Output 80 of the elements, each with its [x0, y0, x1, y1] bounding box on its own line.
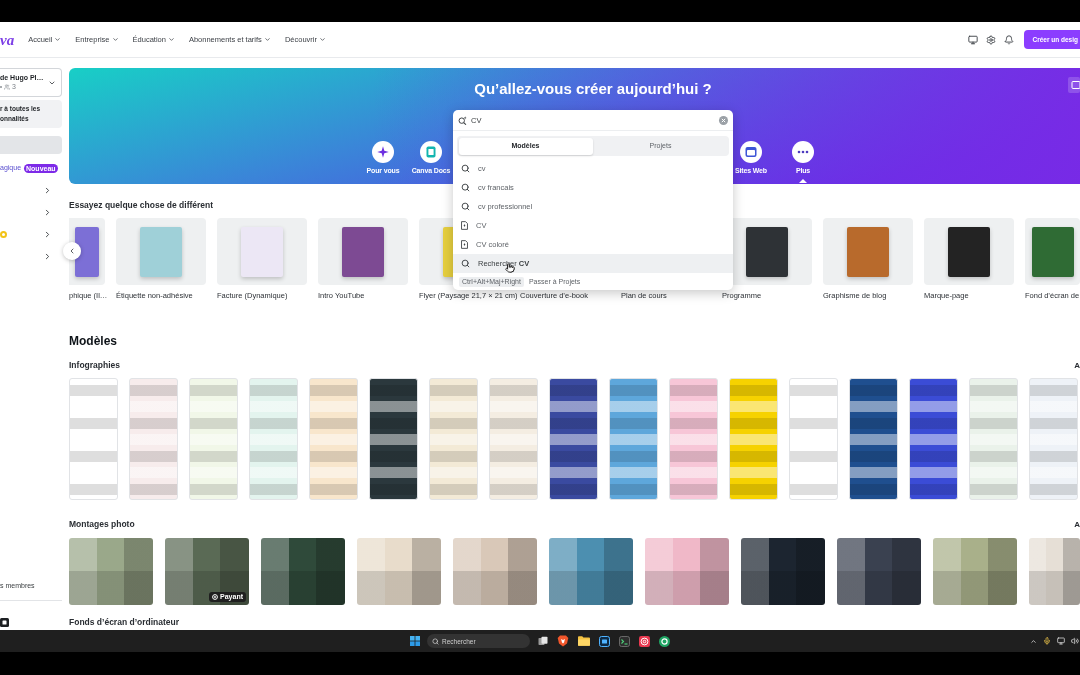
frame-icon[interactable]: [1068, 77, 1080, 93]
section-title: Essayez quelque chose de différent: [69, 200, 214, 210]
infographic-thumbnail[interactable]: [789, 378, 838, 500]
logo[interactable]: va: [0, 31, 15, 48]
infographic-thumbnail[interactable]: [249, 378, 298, 500]
chevron-left-icon: [68, 247, 76, 255]
chevron-down-icon: [263, 36, 271, 43]
scroll-left-button[interactable]: [63, 242, 81, 260]
see-all-link[interactable]: A: [1074, 520, 1080, 529]
photo-collage-thumbnail[interactable]: [1029, 538, 1080, 605]
infographic-thumbnail[interactable]: [729, 378, 778, 500]
chevron-right-icon[interactable]: [43, 207, 52, 217]
search-icon: [432, 637, 439, 645]
chevron-up-icon[interactable]: [1030, 637, 1037, 645]
photo-collage-thumbnail[interactable]: [261, 538, 345, 605]
search-icon: [458, 115, 467, 125]
section-title: Fonds d’écran d’ordinateur: [69, 617, 180, 627]
photo-collage-thumbnail[interactable]: [549, 538, 633, 605]
photo-collage-thumbnail[interactable]: [357, 538, 441, 605]
infographic-thumbnail[interactable]: [609, 378, 658, 500]
search-icon: [461, 259, 470, 268]
document-icon: [461, 240, 468, 249]
at-sign-icon[interactable]: [639, 635, 650, 647]
more-icon: [792, 141, 814, 163]
sparkle-icon: [372, 141, 394, 163]
microphone-icon[interactable]: [1043, 637, 1051, 645]
folder-icon[interactable]: [578, 636, 590, 646]
bell-icon[interactable]: [1004, 34, 1015, 45]
chevron-right-icon[interactable]: [43, 185, 52, 195]
chevron-down-icon: [111, 36, 119, 43]
photo-collage-thumbnail[interactable]: [741, 538, 825, 605]
app-tile-icon[interactable]: [599, 635, 610, 647]
round-app-icon[interactable]: [659, 635, 670, 647]
start-menu-icon[interactable]: [410, 636, 420, 646]
infographic-thumbnail[interactable]: [969, 378, 1018, 500]
display-icon[interactable]: [1057, 637, 1065, 645]
chevron-right-icon[interactable]: [43, 229, 52, 239]
chevron-down-icon: [318, 36, 326, 43]
hero-title: Qu’allez-vous créer aujourd’hui ?: [474, 80, 712, 98]
infographic-thumbnail[interactable]: [909, 378, 958, 500]
speaker-icon[interactable]: [1071, 637, 1079, 645]
search-icon: [461, 202, 470, 211]
section-heading: Modèles: [69, 334, 117, 348]
document-icon: [461, 221, 468, 230]
chevron-right-icon[interactable]: [43, 251, 52, 261]
infographic-thumbnail[interactable]: [309, 378, 358, 500]
search-icon: [461, 183, 470, 192]
photo-collage-thumbnail[interactable]: [69, 538, 153, 605]
shield-icon[interactable]: [557, 635, 569, 647]
close-icon: [721, 117, 726, 123]
infographic-thumbnail[interactable]: [1029, 378, 1078, 500]
design-card[interactable]: [924, 218, 1014, 285]
search-icon: [461, 164, 470, 173]
terminal-icon[interactable]: [619, 635, 630, 647]
infographic-thumbnail[interactable]: [669, 378, 718, 500]
chevron-down-icon: [54, 36, 62, 43]
photo-collage-thumbnail[interactable]: [645, 538, 729, 605]
monitor-icon[interactable]: [968, 34, 979, 45]
infographic-thumbnail[interactable]: [189, 378, 238, 500]
clear-button[interactable]: [719, 115, 728, 125]
infographic-thumbnail[interactable]: [129, 378, 178, 500]
infographic-thumbnail[interactable]: [489, 378, 538, 500]
infographic-thumbnail[interactable]: [549, 378, 598, 500]
task-view-icon[interactable]: [538, 636, 548, 646]
document-icon: [420, 141, 442, 163]
see-all-link[interactable]: A: [1074, 361, 1080, 370]
infographic-thumbnail[interactable]: [849, 378, 898, 500]
chevron-down-icon: [167, 36, 175, 43]
photo-collage-thumbnail[interactable]: [933, 538, 1017, 605]
coin-icon: [212, 594, 219, 600]
infographic-thumbnail[interactable]: [69, 378, 118, 500]
photo-collage-thumbnail[interactable]: [837, 538, 921, 605]
infographic-thumbnail[interactable]: [369, 378, 418, 500]
settings-icon[interactable]: [986, 34, 997, 45]
browser-window-icon: [740, 141, 762, 163]
infographic-thumbnail[interactable]: [429, 378, 478, 500]
section-title: Montages photo: [69, 520, 135, 529]
photo-collage-thumbnail[interactable]: [453, 538, 537, 605]
section-title: Infographies: [69, 361, 120, 370]
people-icon: [4, 84, 10, 90]
